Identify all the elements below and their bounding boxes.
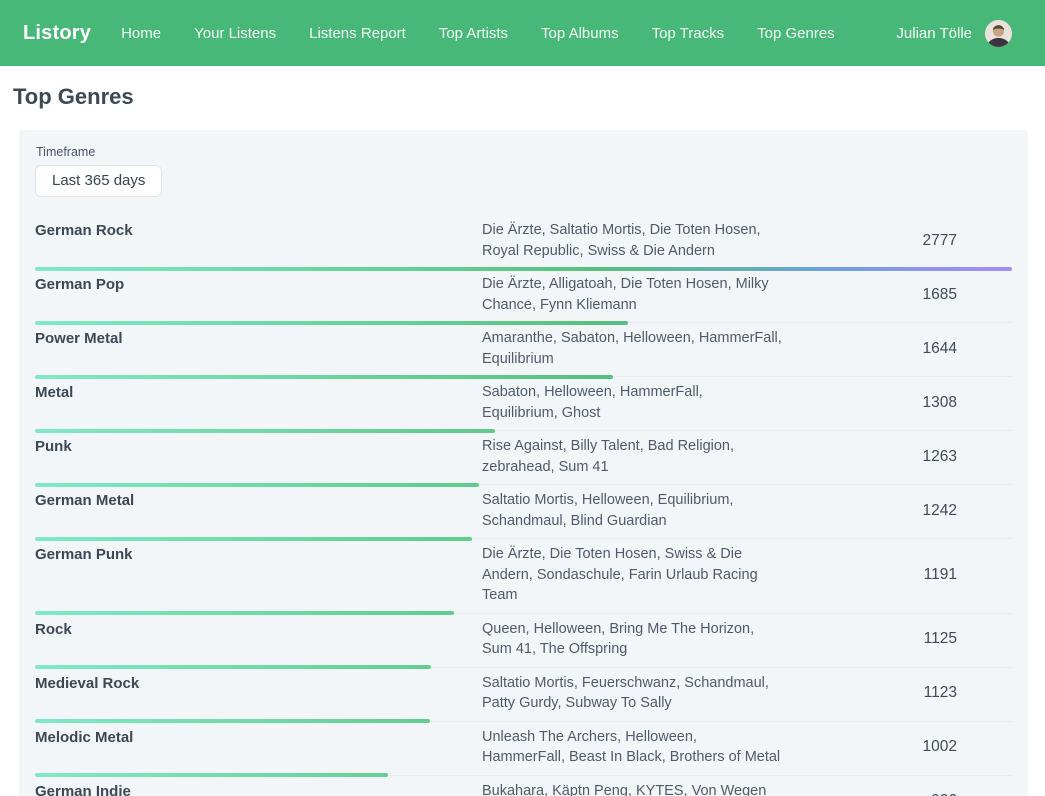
genre-top-artists: Die Ärzte, Die Toten Hosen, Swiss & Die …: [482, 544, 782, 606]
genre-name: Medieval Rock: [35, 673, 482, 714]
timeframe-select[interactable]: Last 365 days: [35, 165, 162, 197]
genre-row: Power Metal Amaranthe, Sabaton, Hellowee…: [35, 323, 1012, 377]
genre-row: Rock Queen, Helloween, Bring Me The Hori…: [35, 614, 1012, 668]
nav-item-top-tracks[interactable]: Top Tracks: [652, 25, 725, 42]
nav-item-top-artists[interactable]: Top Artists: [439, 25, 508, 42]
user-name[interactable]: Julian Tölle: [896, 25, 972, 42]
genre-listen-count: 1002: [782, 738, 1012, 756]
genre-listen-count: 2777: [782, 232, 1012, 250]
genre-top-artists: Unleash The Archers, Helloween, HammerFa…: [482, 727, 782, 768]
genre-listen-count: 1242: [782, 502, 1012, 520]
user-avatar-icon[interactable]: [985, 20, 1012, 47]
timeframe-label: Timeframe: [36, 145, 1012, 159]
genre-listen-count: 1125: [782, 630, 1012, 648]
genre-name: German Metal: [35, 490, 482, 531]
genre-top-artists: Amaranthe, Sabaton, Helloween, HammerFal…: [482, 328, 782, 369]
genre-table: German Rock Die Ärzte, Saltatio Mortis, …: [35, 215, 1012, 796]
genre-row: German Rock Die Ärzte, Saltatio Mortis, …: [35, 215, 1012, 269]
genre-top-artists: Rise Against, Billy Talent, Bad Religion…: [482, 436, 782, 477]
genre-listen-count: 1644: [782, 340, 1012, 358]
genre-top-artists: Die Ärzte, Saltatio Mortis, Die Toten Ho…: [482, 220, 782, 261]
genre-row: German Punk Die Ärzte, Die Toten Hosen, …: [35, 539, 1012, 614]
genre-listen-count: 1123: [782, 684, 1012, 702]
genre-row: Punk Rise Against, Billy Talent, Bad Rel…: [35, 431, 1012, 485]
nav-item-home[interactable]: Home: [121, 25, 161, 42]
genre-name: Power Metal: [35, 328, 482, 369]
app-logo[interactable]: Listory: [23, 22, 91, 45]
genre-top-artists: Die Ärzte, Alligatoah, Die Toten Hosen, …: [482, 274, 782, 315]
genre-name: Punk: [35, 436, 482, 477]
nav-item-top-genres[interactable]: Top Genres: [757, 25, 835, 42]
genre-row: Metal Sabaton, Helloween, HammerFall, Eq…: [35, 377, 1012, 431]
genre-row: German Indie Bukahara, Käptn Peng, KYTES…: [35, 776, 1012, 796]
genre-top-artists: Saltatio Mortis, Feuerschwanz, Schandmau…: [482, 673, 782, 714]
nav-item-top-albums[interactable]: Top Albums: [541, 25, 619, 42]
genre-listen-count: 1191: [782, 566, 1012, 584]
genre-listen-count: 1308: [782, 394, 1012, 412]
genre-listen-count: 1685: [782, 286, 1012, 304]
genre-row: German Pop Die Ärzte, Alligatoah, Die To…: [35, 269, 1012, 323]
page-title: Top Genres: [13, 84, 1028, 110]
genre-name: Melodic Metal: [35, 727, 482, 768]
genre-name: German Pop: [35, 274, 482, 315]
avatar-photo: [985, 20, 1012, 47]
genre-top-artists: Sabaton, Helloween, HammerFall, Equilibr…: [482, 382, 782, 423]
top-genres-card: Timeframe Last 365 days German Rock Die …: [19, 130, 1028, 796]
genre-listen-count: 1263: [782, 448, 1012, 466]
nav-user-area: Julian Tölle: [896, 20, 1012, 47]
genre-name: German Punk: [35, 544, 482, 606]
genre-name: German Indie: [35, 781, 482, 796]
genre-name: Rock: [35, 619, 482, 660]
page-content: Top Genres Timeframe Last 365 days Germa…: [0, 66, 1045, 796]
genre-top-artists: Queen, Helloween, Bring Me The Horizon, …: [482, 619, 782, 660]
genre-name: German Rock: [35, 220, 482, 261]
genre-listen-count: 926: [782, 792, 1012, 796]
nav-item-your-listens[interactable]: Your Listens: [194, 25, 276, 42]
top-nav: Listory Home Your Listens Listens Report…: [0, 0, 1045, 66]
genre-row: German Metal Saltatio Mortis, Helloween,…: [35, 485, 1012, 539]
genre-row: Melodic Metal Unleash The Archers, Hello…: [35, 722, 1012, 776]
genre-name: Metal: [35, 382, 482, 423]
nav-menu: Home Your Listens Listens Report Top Art…: [121, 25, 835, 42]
genre-row: Medieval Rock Saltatio Mortis, Feuerschw…: [35, 668, 1012, 722]
nav-item-listens-report[interactable]: Listens Report: [309, 25, 406, 42]
genre-top-artists: Saltatio Mortis, Helloween, Equilibrium,…: [482, 490, 782, 531]
genre-top-artists: Bukahara, Käptn Peng, KYTES, Von Wegen L…: [482, 781, 782, 796]
